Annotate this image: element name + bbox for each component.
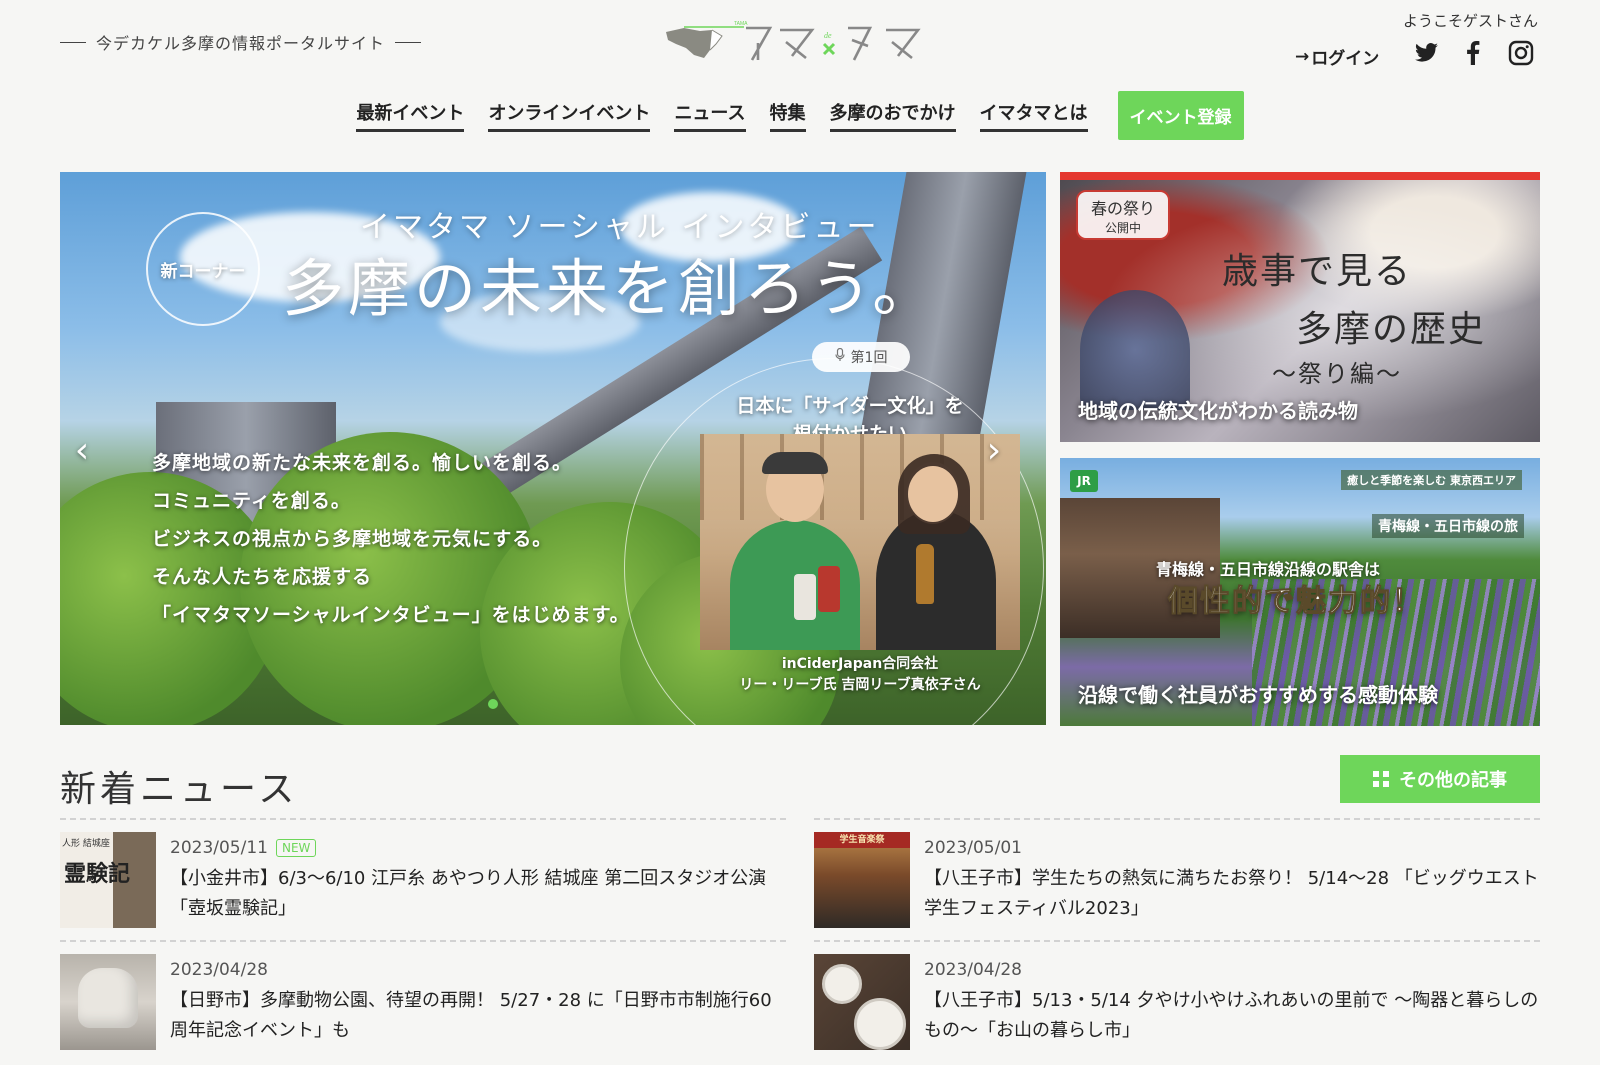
spring-festival-tag: 春の祭り 公開中 [1076,190,1170,240]
news-thumbnail[interactable]: 学生音楽祭 [814,832,910,928]
news-title-link[interactable]: 【八王子市】5/13・5/14 夕やけ小やけふれあいの里前で 〜陶器と暮らしのも… [924,986,1540,1046]
thumb-text: 霊験記 [64,861,131,887]
new-corner-badge: 新コーナー [146,212,260,326]
more-articles-button[interactable]: その他の記事 [1340,755,1540,803]
site-tagline: 今デカケル多摩の情報ポータルサイト [60,30,422,54]
svg-text:TAMA: TAMA [734,21,748,27]
news-section-title: 新着ニュース [60,769,299,810]
interview-photo [700,434,1020,650]
cider-can [818,566,840,612]
news-list-item[interactable]: 2023/04/28 【八王子市】5/13・5/14 夕やけ小やけふれあいの里前… [814,940,1540,1062]
hero-slider[interactable]: 新コーナー イマタマ ソーシャル インタビュー 多摩の未来を創ろう。 多摩地域の… [60,172,1046,725]
microphone-icon [834,347,845,366]
news-title-link[interactable]: 【八王子市】学生たちの熱気に満ちたお祭り！ 5/14〜28 「ビッグウエスト学生… [924,864,1540,924]
tagline-text: 今デカケル多摩の情報ポータルサイト [96,34,386,53]
svg-text:de: de [824,31,832,40]
tagline-dash-left [60,41,86,43]
news-date-row: 2023/05/01 [924,838,1540,858]
login-label: ログイン [1311,49,1380,69]
banner-festival-history[interactable]: 春の祭り 公開中 歳事で見る 多摩の歴史 〜祭り編〜 地域の伝統文化がわかる読み… [1060,172,1540,442]
news-title-link[interactable]: 【日野市】多摩動物公園、待望の再開！ 5/27・28 に「日野市市制施行60周年… [170,986,786,1046]
interviewee-names: リー・リーブ氏 吉岡リーブ真依子さん [739,677,981,693]
banner-ome-itsukaichi-line[interactable]: JR 癒しと季節を楽しむ 東京西エリア 青梅線・五日市線の旅 青梅線・五日市線沿… [1060,458,1540,726]
news-date: 2023/05/11 [170,838,268,858]
tagline-dash-right [395,41,422,43]
news-date-row: 2023/04/28 [924,960,1540,980]
nav-tama-outings[interactable]: 多摩のおでかけ [829,99,956,132]
hero-text-line: そんな人たちを応援する [152,566,373,588]
event-register-button[interactable]: イベント登録 [1117,90,1244,140]
main-nav: 最新イベント オンラインイベント ニュース 特集 多摩のおでかけ イマタマとは … [0,90,1600,140]
welcome-message: ようこそゲストさん [1402,12,1538,30]
nav-about[interactable]: イマタマとは [979,99,1088,132]
nav-news[interactable]: ニュース [674,99,746,132]
tag-line: 春の祭り [1090,199,1155,218]
news-thumbnail[interactable] [814,954,910,1050]
news-thumbnail[interactable]: 人形 結城座 霊験記 [60,832,156,928]
news-list-item[interactable]: 2023/04/28 【日野市】多摩動物公園、待望の再開！ 5/27・28 に「… [60,940,786,1062]
nav-features[interactable]: 特集 [769,99,806,132]
facebook-icon[interactable] [1458,38,1488,68]
banner-caption: 地域の伝統文化がわかる読み物 [1078,399,1358,423]
news-date: 2023/05/01 [924,838,1022,858]
hero-text-line: 「イマタマソーシャルインタビュー」をはじめます。 [152,604,630,626]
banner-headline-large: 個性的で魅力的！ [1168,584,1424,620]
banner-caption: 沿線で働く社員がおすすめする感動体験 [1078,683,1438,707]
news-column-right: 学生音楽祭 2023/05/01 【八王子市】学生たちの熱気に満ちたお祭り！ 5… [814,818,1540,1062]
more-articles-label: その他の記事 [1399,770,1507,791]
news-list-item[interactable]: 人形 結城座 霊験記 2023/05/11 NEW 【小金井市】6/3〜6/10… [60,818,786,940]
hero-text-line: コミュニティを創る。 [152,490,351,512]
company-name: inCiderJapan合同会社 [781,656,939,672]
nav-latest-events[interactable]: 最新イベント [356,99,465,132]
news-title-link[interactable]: 【小金井市】6/3〜6/10 江戸糸 あやつり人形 結城座 第二回スタジオ公演「… [170,864,786,924]
teacup [822,964,862,1004]
news-thumbnail[interactable] [60,954,156,1050]
arrow-right-icon: → [1295,46,1310,67]
login-link[interactable]: → ログイン [1295,44,1380,70]
new-badge: NEW [275,839,317,857]
cider-can [794,574,816,620]
thumb-text: 人形 結城座 [62,839,110,849]
slider-indicator-dot[interactable] [488,699,498,709]
banner-festival-float [1080,290,1190,410]
person-face [908,466,958,522]
chevron-left-icon[interactable]: ‹ [70,430,94,471]
tag-line: 公開中 [1104,221,1141,235]
hero-text-line: ビジネスの視点から多摩地域を元気にする。 [152,528,553,550]
nav-online-events[interactable]: オンラインイベント [488,99,651,132]
west-area-label: 癒しと季節を楽しむ 東京西エリア [1341,470,1522,490]
hero-title: 多摩の未来を創ろう。 [282,252,939,325]
banner-title-line: 歳事で見る [1222,251,1413,292]
twitter-icon[interactable] [1412,38,1442,68]
route-label: 青梅線・五日市線の旅 [1372,514,1524,538]
instagram-icon[interactable] [1506,38,1536,68]
interviewee-credit: inCiderJapan合同会社 リー・リーブ氏 吉岡リーブ真依子さん [700,654,1020,696]
news-date-row: 2023/05/11 NEW [170,838,786,858]
news-column-left: 人形 結城座 霊験記 2023/05/11 NEW 【小金井市】6/3〜6/10… [60,818,786,1062]
grid-icon [1373,771,1389,787]
chevron-right-icon[interactable]: › [982,430,1006,471]
news-date: 2023/04/28 [170,960,268,980]
thumb-text: 学生音楽祭 [814,832,910,848]
logo-graphic: TAMA de [666,21,921,61]
banner-title-line: 多摩の歴史 [1296,309,1487,350]
news-list-item[interactable]: 学生音楽祭 2023/05/01 【八王子市】学生たちの熱気に満ちたお祭り！ 5… [814,818,1540,940]
hero-text-line: 多摩地域の新たな未来を創る。愉しいを創る。 [152,452,573,474]
episode-label: 第1回 [850,350,888,366]
banner-title-line: 〜祭り編〜 [1272,360,1402,388]
bowl [854,998,906,1050]
elephant-statue [78,968,138,1028]
cider-bottle [916,544,934,604]
jr-badge: JR [1070,470,1098,492]
episode-badge: 第1回 [812,342,910,372]
news-date: 2023/04/28 [924,960,1022,980]
site-logo[interactable]: TAMA de [664,18,936,68]
news-date-row: 2023/04/28 [170,960,786,980]
quote-line: 日本に「サイダー文化」を [736,395,964,417]
